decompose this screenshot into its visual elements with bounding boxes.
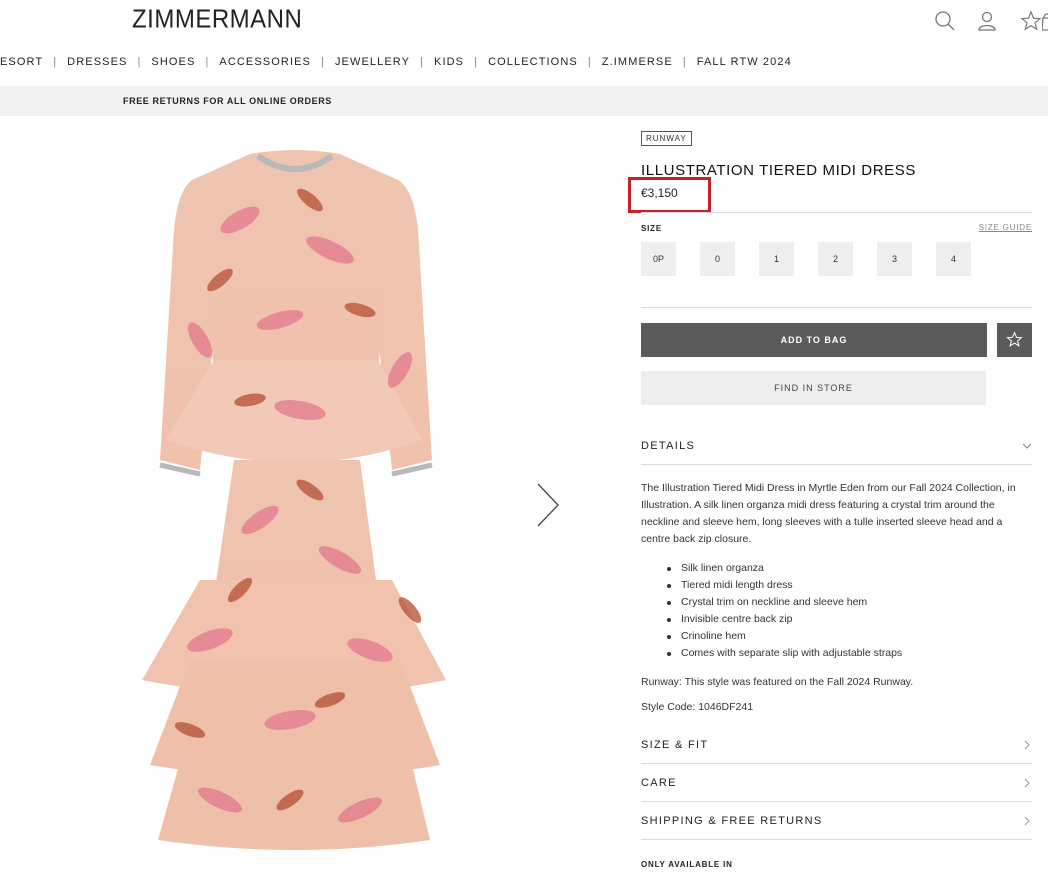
add-to-bag-button[interactable]: ADD TO BAG (641, 323, 987, 357)
promo-text: FREE RETURNS FOR ALL ONLINE ORDERS (123, 96, 332, 106)
search-icon[interactable] (934, 10, 956, 32)
size-label: SIZE (641, 224, 662, 233)
size-option-0p[interactable]: 0P (641, 242, 676, 276)
size-option-3[interactable]: 3 (877, 242, 912, 276)
size-fit-heading: SIZE & FIT (641, 739, 709, 751)
list-item: Invisible centre back zip (667, 611, 1027, 628)
care-heading: CARE (641, 777, 677, 789)
nav-item-resort[interactable]: ESORT (0, 56, 43, 68)
nav-item-jewellery[interactable]: JEWELLERY (335, 56, 410, 68)
nav-separator: | (320, 56, 325, 68)
chevron-right-icon (1024, 816, 1030, 826)
wishlist-icon[interactable] (1020, 10, 1042, 32)
runway-note: Runway: This style was featured on the F… (641, 676, 914, 688)
nav-separator: | (205, 56, 210, 68)
nav-item-collections[interactable]: COLLECTIONS (488, 56, 578, 68)
chevron-down-icon (1022, 443, 1032, 449)
nav-item-fall-rtw[interactable]: FALL RTW 2024 (697, 56, 792, 68)
size-option-2[interactable]: 2 (818, 242, 853, 276)
size-fit-toggle[interactable]: SIZE & FIT (641, 739, 1032, 757)
size-option-1[interactable]: 1 (759, 242, 794, 276)
main-nav: ESORT | DRESSES | SHOES | ACCESSORIES | JEWELLER… (0, 56, 792, 70)
nav-separator: | (474, 56, 479, 68)
wishlist-button[interactable] (997, 323, 1032, 357)
divider (641, 307, 1032, 308)
nav-separator: | (53, 56, 58, 68)
nav-separator: | (587, 56, 592, 68)
nav-item-dresses[interactable]: DRESSES (67, 56, 127, 68)
divider (641, 839, 1032, 840)
list-item: Crinoline hem (667, 628, 1027, 645)
nav-separator: | (420, 56, 425, 68)
brand-logo[interactable]: ZIMMERMANN (132, 5, 302, 35)
style-code: Style Code: 1046DF241 (641, 701, 754, 713)
size-guide-link[interactable]: SIZE GUIDE (979, 223, 1032, 232)
details-toggle[interactable]: DETAILS (641, 440, 1032, 458)
nav-item-kids[interactable]: KIDS (434, 56, 464, 68)
nav-separator: | (137, 56, 142, 68)
price-highlight-box (628, 177, 711, 213)
chevron-right-icon (1024, 740, 1030, 750)
size-option-0[interactable]: 0 (700, 242, 735, 276)
feature-list: Silk linen organza Tiered midi length dr… (667, 560, 1027, 662)
chevron-right-icon[interactable] (534, 482, 562, 528)
nav-item-accessories[interactable]: ACCESSORIES (219, 56, 311, 68)
availability-label: ONLY AVAILABLE IN (641, 860, 733, 869)
nav-item-zimmerse[interactable]: Z.IMMERSE (602, 56, 673, 68)
divider (641, 763, 1032, 764)
runway-badge: RUNWAY (641, 131, 692, 146)
chevron-right-icon (1024, 778, 1030, 788)
account-icon[interactable] (976, 10, 998, 32)
divider (641, 212, 1032, 213)
bag-icon[interactable] (1042, 10, 1048, 32)
promo-bar: FREE RETURNS FOR ALL ONLINE ORDERS (0, 86, 1048, 116)
shipping-heading: SHIPPING & FREE RETURNS (641, 815, 823, 827)
details-heading: DETAILS (641, 440, 696, 452)
list-item: Tiered midi length dress (667, 577, 1027, 594)
nav-separator: | (682, 56, 687, 68)
list-item: Crystal trim on neckline and sleeve hem (667, 594, 1027, 611)
header-icon-bar (888, 10, 1048, 32)
divider (641, 464, 1032, 465)
size-option-4[interactable]: 4 (936, 242, 971, 276)
divider (641, 801, 1032, 802)
list-item: Comes with separate slip with adjustable… (667, 645, 1027, 662)
list-item: Silk linen organza (667, 560, 1027, 577)
product-description: The Illustration Tiered Midi Dress in My… (641, 482, 1016, 545)
find-in-store-button[interactable]: FIND IN STORE (641, 371, 986, 405)
star-icon (1006, 331, 1023, 347)
care-toggle[interactable]: CARE (641, 777, 1032, 795)
dress-image (142, 150, 446, 850)
shipping-toggle[interactable]: SHIPPING & FREE RETURNS (641, 815, 1032, 833)
nav-item-shoes[interactable]: SHOES (151, 56, 195, 68)
